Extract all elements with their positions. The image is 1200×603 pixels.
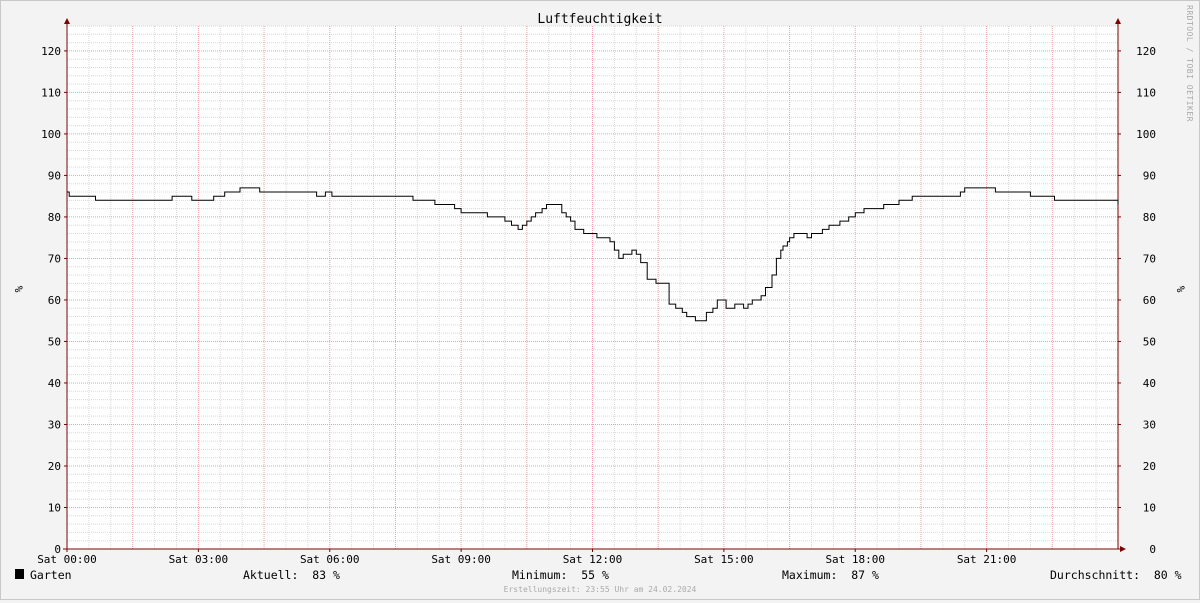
y-tick-label-left: 20 [48, 460, 61, 473]
y-tick-label-left: 90 [48, 169, 61, 182]
y-tick-label-left: 10 [48, 501, 61, 514]
y-tick-label-right: 110 [1136, 86, 1156, 99]
y-tick-label-left: 120 [41, 45, 61, 58]
y-tick-label-right: 80 [1143, 211, 1156, 224]
y-tick-label-right: 120 [1136, 45, 1156, 58]
y-tick-label-left: 70 [48, 252, 61, 265]
chart-root: Luftfeuchtigkeit RRDTOOL / TOBI OETIKER … [0, 0, 1200, 600]
legend-maximum: Maximum: 87 % [782, 568, 879, 582]
y-axis-right-arrow [1115, 18, 1121, 24]
y-tick-label-right: 40 [1143, 377, 1156, 390]
y-tick-label-left: 60 [48, 294, 61, 307]
footer-creation-time: Erstellungszeit: 23:55 Uhr am 24.02.2024 [504, 585, 697, 594]
y-tick-label-left: 80 [48, 211, 61, 224]
x-tick-label: Sat 21:00 [957, 553, 1017, 566]
y-tick-label-left: 30 [48, 418, 61, 431]
y-axis-label-left: % [12, 286, 25, 293]
x-tick-label: Sat 00:00 [37, 553, 97, 566]
y-tick-label-right: 70 [1143, 252, 1156, 265]
chart-svg: Luftfeuchtigkeit RRDTOOL / TOBI OETIKER … [12, 5, 1194, 594]
y-tick-label-right: 20 [1143, 460, 1156, 473]
watermark: RRDTOOL / TOBI OETIKER [1185, 5, 1194, 122]
y-tick-label-right: 50 [1143, 335, 1156, 348]
legend-swatch-garten [15, 569, 24, 579]
y-tick-label-left: 50 [48, 335, 61, 348]
x-tick-label: Sat 09:00 [431, 553, 491, 566]
y-axis-left-arrow [64, 18, 70, 24]
y-tick-label-right: 30 [1143, 418, 1156, 431]
x-tick-label: Sat 15:00 [694, 553, 754, 566]
legend-aktuell: Aktuell: 83 % [243, 568, 340, 582]
x-tick-label: Sat 18:00 [825, 553, 885, 566]
y-tick-label-left: 40 [48, 377, 61, 390]
y-tick-label-left: 100 [41, 128, 61, 141]
y-tick-label-right: 60 [1143, 294, 1156, 307]
y-tick-label-right: 0 [1149, 543, 1156, 556]
legend-series-name: Garten [30, 568, 72, 582]
x-tick-label: Sat 03:00 [169, 553, 229, 566]
legend-minimum: Minimum: 55 % [512, 568, 609, 582]
x-tick-label: Sat 12:00 [563, 553, 623, 566]
y-axis-label-right: % [1174, 286, 1187, 293]
y-tick-label-left: 110 [41, 86, 61, 99]
legend-durchschnitt: Durchschnitt: 80 % [1050, 568, 1182, 582]
y-tick-label-right: 90 [1143, 169, 1156, 182]
y-tick-label-right: 10 [1143, 501, 1156, 514]
y-tick-label-right: 100 [1136, 128, 1156, 141]
chart-title: Luftfeuchtigkeit [537, 12, 662, 27]
x-tick-label: Sat 06:00 [300, 553, 360, 566]
